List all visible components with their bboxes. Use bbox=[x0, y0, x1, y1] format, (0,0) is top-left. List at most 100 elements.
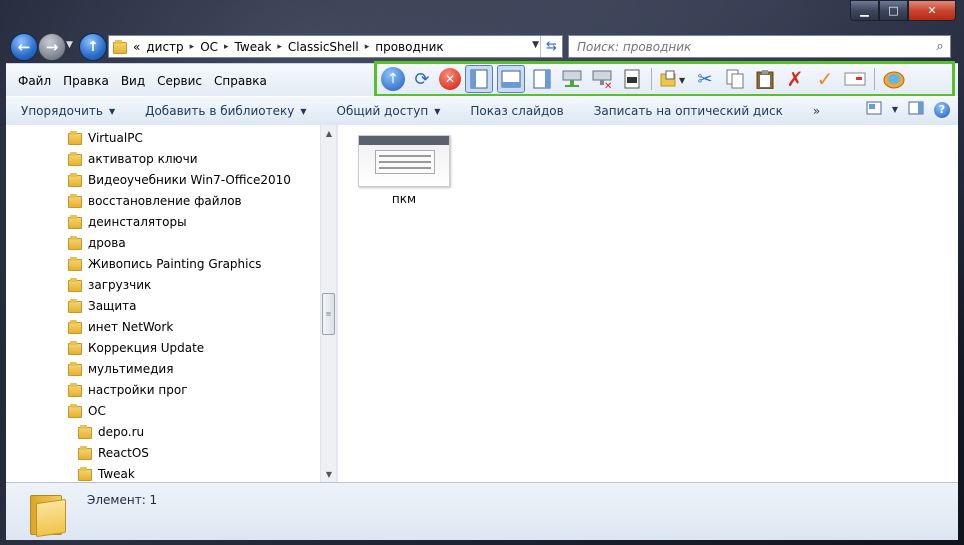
tree-item[interactable]: настройки прог bbox=[68, 379, 188, 400]
maximize-button[interactable]: □ bbox=[879, 0, 908, 21]
share-button[interactable]: Общий доступ ▼ bbox=[322, 104, 456, 118]
scroll-thumb[interactable]: ≡ bbox=[322, 293, 335, 335]
organize-button[interactable]: Упорядочить ▼ bbox=[6, 104, 130, 118]
svg-text:▼: ▼ bbox=[679, 76, 686, 85]
paste-icon[interactable] bbox=[752, 66, 778, 92]
tree-item-label: Живопись Painting Graphics bbox=[88, 256, 262, 271]
view-mode-icon[interactable] bbox=[866, 101, 882, 118]
tree-item[interactable]: дрова bbox=[68, 232, 126, 253]
close-button[interactable]: ✕ bbox=[908, 0, 956, 21]
menu-tools[interactable]: Сервис bbox=[151, 74, 208, 88]
tree-item[interactable]: VirtualPC bbox=[68, 127, 143, 148]
recent-pages-dropdown[interactable]: ▼ bbox=[66, 40, 73, 50]
search-icon[interactable]: ⌕ bbox=[930, 39, 950, 54]
view-dropdown-icon[interactable]: ▼ bbox=[892, 105, 898, 114]
tree-item[interactable]: Коррекция Update bbox=[68, 337, 204, 358]
breadcrumb-item[interactable]: ОС bbox=[200, 40, 218, 54]
view-controls: ▼ ? bbox=[866, 101, 950, 118]
stop-icon[interactable]: ✕ bbox=[439, 68, 461, 90]
command-bar: Упорядочить ▼ Добавить в библиотеку ▼ Общи… bbox=[6, 96, 958, 126]
folder-icon bbox=[78, 445, 92, 460]
tree-item[interactable]: ReactOS bbox=[78, 442, 149, 463]
delete-icon[interactable]: ✗ bbox=[782, 66, 808, 92]
tree-item[interactable]: мультимедия bbox=[68, 358, 173, 379]
breadcrumb-separator-icon[interactable]: ▸ bbox=[190, 42, 195, 52]
folder-icon bbox=[68, 256, 82, 271]
folder-icon bbox=[68, 130, 82, 145]
item-count: Элемент: 1 bbox=[87, 493, 158, 507]
tree-item-label: ОС bbox=[88, 403, 106, 418]
menu-file[interactable]: Файл bbox=[12, 74, 57, 88]
search-input[interactable] bbox=[575, 38, 930, 55]
refresh-icon[interactable]: ⟳ bbox=[409, 66, 435, 92]
checkmark-icon[interactable]: ✓ bbox=[812, 66, 838, 92]
up-one-level-icon[interactable]: ↑ bbox=[381, 67, 405, 91]
back-arrow-icon: ← bbox=[17, 38, 31, 56]
help-icon[interactable]: ? bbox=[934, 101, 950, 118]
tree-item-label: Видеоучебники Win7-Office2010 bbox=[88, 172, 291, 187]
tree-item[interactable]: Защита bbox=[68, 295, 137, 316]
breadcrumb-item[interactable]: ClassicShell bbox=[288, 40, 359, 54]
tree-item[interactable]: загрузчик bbox=[68, 274, 151, 295]
menu-edit[interactable]: Правка bbox=[57, 74, 115, 88]
scroll-up-icon[interactable]: ▲ bbox=[321, 125, 337, 141]
breadcrumb-overflow[interactable]: « bbox=[133, 40, 140, 54]
tree-item[interactable]: Живопись Painting Graphics bbox=[68, 253, 261, 274]
email-icon[interactable] bbox=[842, 66, 868, 92]
menu-help[interactable]: Справка bbox=[208, 74, 273, 88]
tree-item-label: Коррекция Update bbox=[88, 340, 205, 355]
burn-button[interactable]: Записать на оптический диск bbox=[579, 104, 798, 118]
copy-icon[interactable] bbox=[722, 66, 748, 92]
main-menu: Файл Правка Вид Сервис Справка bbox=[12, 74, 273, 88]
breadcrumb-separator-icon[interactable]: ▸ bbox=[277, 42, 282, 52]
back-button[interactable]: ← bbox=[10, 33, 38, 61]
folder-icon bbox=[68, 403, 82, 418]
details-pane-icon[interactable] bbox=[497, 65, 525, 93]
vertical-scrollbar[interactable]: ▲ ≡ ▼ bbox=[320, 125, 337, 482]
minimize-button[interactable]: ▁ bbox=[850, 0, 879, 21]
breadcrumb-item[interactable]: проводник bbox=[375, 40, 443, 54]
tree-item-label: настройки прог bbox=[88, 382, 188, 397]
tree-item[interactable]: depo.ru bbox=[78, 421, 144, 442]
up-button[interactable]: ↑ bbox=[79, 33, 107, 61]
add-to-library-button[interactable]: Добавить в библиотеку ▼ bbox=[130, 104, 321, 118]
folder-icon bbox=[68, 172, 82, 187]
tree-item[interactable]: инет NetWork bbox=[68, 316, 173, 337]
slideshow-button[interactable]: Показ слайдов bbox=[455, 104, 578, 118]
tree-item[interactable]: ОС bbox=[68, 400, 106, 421]
address-bar[interactable]: « дистр ▸ ОС ▸ Tweak ▸ ClassicShell ▸ пр… bbox=[108, 35, 563, 58]
tree-item[interactable]: деинсталяторы bbox=[68, 211, 187, 232]
disconnect-drive-icon[interactable]: ✕ bbox=[589, 66, 615, 92]
breadcrumb-separator-icon[interactable]: ▸ bbox=[365, 42, 370, 52]
breadcrumb-separator-icon[interactable]: ▸ bbox=[224, 42, 229, 52]
tree-item-label: depo.ru bbox=[98, 424, 145, 439]
menu-view[interactable]: Вид bbox=[115, 74, 151, 88]
tree-item[interactable]: Tweak bbox=[78, 463, 135, 482]
breadcrumb-item[interactable]: Tweak bbox=[235, 40, 272, 54]
nav-pane-icon[interactable] bbox=[465, 65, 493, 93]
tree-item[interactable]: восстановление файлов bbox=[68, 190, 242, 211]
more-commands-button[interactable]: » bbox=[798, 104, 835, 118]
map-drive-icon[interactable] bbox=[559, 66, 585, 92]
cut-icon[interactable]: ✂ bbox=[692, 66, 718, 92]
folder-options-icon[interactable]: ▼ bbox=[658, 66, 688, 92]
tree-item[interactable]: активатор ключи bbox=[68, 148, 198, 169]
forward-button[interactable]: → bbox=[38, 33, 66, 61]
preview-pane-toggle-icon[interactable] bbox=[908, 101, 924, 118]
navigation-pane: VirtualPC активатор ключи Видеоучебники Wi… bbox=[6, 125, 337, 482]
file-view: пкм bbox=[338, 125, 958, 482]
tree-item[interactable]: Видеоучебники Win7-Office2010 bbox=[68, 169, 291, 190]
search-box[interactable]: ⌕ bbox=[568, 35, 951, 58]
properties-icon[interactable] bbox=[619, 66, 645, 92]
address-history-dropdown-icon[interactable]: ▼ bbox=[532, 40, 539, 50]
scroll-down-icon[interactable]: ▼ bbox=[321, 466, 337, 482]
file-item[interactable]: пкм bbox=[358, 135, 450, 206]
file-thumbnail bbox=[358, 135, 450, 187]
tree-item-label: инет NetWork bbox=[88, 319, 174, 334]
breadcrumb-item[interactable]: дистр bbox=[146, 40, 183, 54]
preview-pane-icon[interactable] bbox=[529, 66, 555, 92]
classic-shell-settings-icon[interactable] bbox=[881, 66, 907, 92]
refresh-icon[interactable]: ⇆ bbox=[540, 36, 562, 57]
forward-arrow-icon: → bbox=[45, 38, 59, 56]
folder-icon bbox=[68, 235, 82, 250]
